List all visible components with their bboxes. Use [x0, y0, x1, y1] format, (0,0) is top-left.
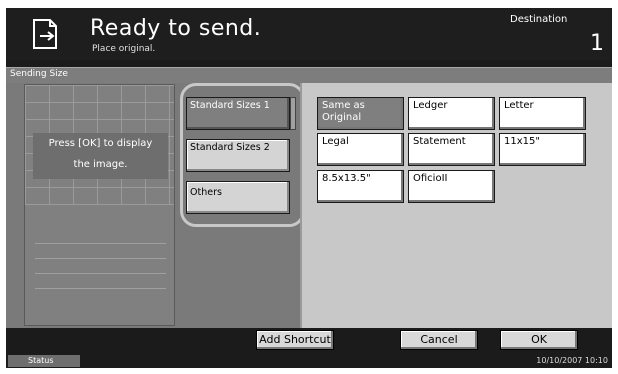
footer-bar: Add Shortcut Cancel OK [6, 328, 612, 352]
size-label: 8.5x13.5" [322, 173, 371, 184]
destination-count: 1 [590, 31, 604, 56]
size-label: OficioII [413, 173, 448, 184]
panel-screen: Ready to send. Place original. Destinati… [6, 8, 612, 368]
tab-label: Standard Sizes 1 [190, 100, 270, 111]
size-letter[interactable]: Letter [499, 97, 586, 130]
preview-divider [35, 258, 166, 259]
preview-divider [35, 288, 166, 289]
preview-message: Press [OK] to display the image. [33, 133, 168, 179]
size-11x15[interactable]: 11x15" [499, 133, 586, 166]
size-label: Ledger [413, 100, 448, 111]
preview-divider [35, 273, 166, 274]
cancel-button[interactable]: Cancel [400, 330, 478, 350]
add-shortcut-button[interactable]: Add Shortcut [256, 330, 334, 350]
size-label: Same as Original [322, 100, 365, 123]
tab-standard-sizes-2[interactable]: Standard Sizes 2 [186, 139, 290, 172]
size-8-5x13-5[interactable]: 8.5x13.5" [317, 170, 404, 203]
section-title: Sending Size [10, 69, 68, 79]
size-oficio-ii[interactable]: OficioII [408, 170, 495, 203]
page-subtitle: Place original. [92, 44, 156, 54]
destination-label: Destination [510, 14, 568, 25]
send-document-icon [33, 19, 57, 49]
size-statement[interactable]: Statement [408, 133, 495, 166]
size-label: Legal [322, 136, 349, 147]
tab-others[interactable]: Others [186, 181, 290, 214]
preview-pane: Press [OK] to display the image. [24, 84, 175, 326]
page-title: Ready to send. [90, 16, 262, 41]
size-same-as-original[interactable]: Same as Original [317, 97, 404, 130]
size-label: Letter [504, 100, 534, 111]
tab-label: Others [190, 187, 222, 198]
main-body: Press [OK] to display the image. Standar… [6, 83, 612, 328]
header: Ready to send. Place original. Destinati… [6, 8, 612, 60]
tab-pointer [290, 97, 296, 130]
preview-divider [35, 243, 166, 244]
size-legal[interactable]: Legal [317, 133, 404, 166]
datetime-display: 10/10/2007 10:10 [536, 356, 608, 365]
tab-label: Standard Sizes 2 [190, 142, 270, 153]
preview-message-line2: the image. [73, 159, 128, 170]
size-ledger[interactable]: Ledger [408, 97, 495, 130]
size-label: 11x15" [504, 136, 540, 147]
status-bar: Status 10/10/2007 10:10 [6, 354, 612, 368]
size-label: Statement [413, 136, 466, 147]
tab-standard-sizes-1[interactable]: Standard Sizes 1 [186, 97, 290, 130]
status-button[interactable]: Status [8, 355, 80, 367]
size-options-panel: Same as Original Ledger Letter Legal Sta… [300, 83, 612, 328]
ok-button[interactable]: OK [500, 330, 578, 350]
section-header: Sending Size [6, 67, 612, 83]
preview-message-line1: Press [OK] to display [48, 138, 153, 149]
